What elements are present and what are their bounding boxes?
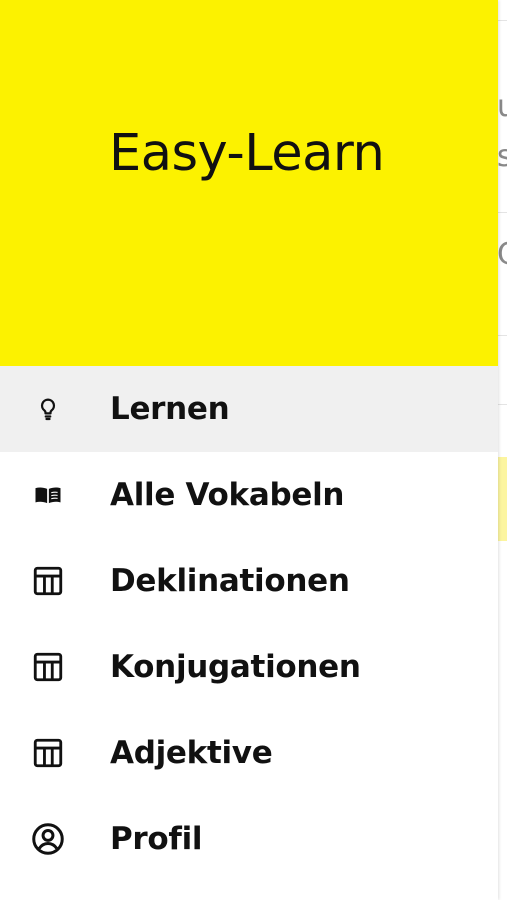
app-title: Easy-Learn (109, 124, 385, 183)
screen: u s C Easy-Learn Lernen (0, 0, 507, 900)
menu-item-label: Profil (110, 821, 203, 857)
menu-item-profil[interactable]: Profil (0, 796, 498, 882)
background-text-fragment: u (497, 89, 507, 124)
profile-icon (30, 821, 66, 857)
background-divider (498, 404, 507, 405)
menu-item-adjektive[interactable]: Adjektive (0, 710, 498, 796)
menu-item-label: Alle Vokabeln (110, 477, 345, 513)
drawer-menu: Lernen Alle Vokabeln Deklinationen Konju… (0, 366, 498, 882)
background-divider (498, 20, 507, 21)
background-divider (498, 335, 507, 336)
table-icon (30, 735, 66, 771)
menu-item-alle-vokabeln[interactable]: Alle Vokabeln (0, 452, 498, 538)
book-icon (30, 477, 66, 513)
menu-item-label: Adjektive (110, 735, 273, 771)
menu-item-deklinationen[interactable]: Deklinationen (0, 538, 498, 624)
menu-item-konjugationen[interactable]: Konjugationen (0, 624, 498, 710)
navigation-drawer: Easy-Learn Lernen Alle Vokabeln Deklinat… (0, 0, 498, 900)
background-text-fragment: C (497, 240, 507, 270)
table-icon (30, 649, 66, 685)
menu-item-lernen[interactable]: Lernen (0, 366, 498, 452)
menu-item-label: Konjugationen (110, 649, 361, 685)
menu-item-label: Deklinationen (110, 563, 350, 599)
menu-item-label: Lernen (110, 391, 230, 427)
table-icon (30, 563, 66, 599)
background-text-fragment: s (497, 139, 507, 174)
background-card (498, 457, 507, 541)
background-divider (498, 212, 507, 213)
lightbulb-icon (30, 391, 66, 427)
drawer-header: Easy-Learn (0, 0, 498, 366)
